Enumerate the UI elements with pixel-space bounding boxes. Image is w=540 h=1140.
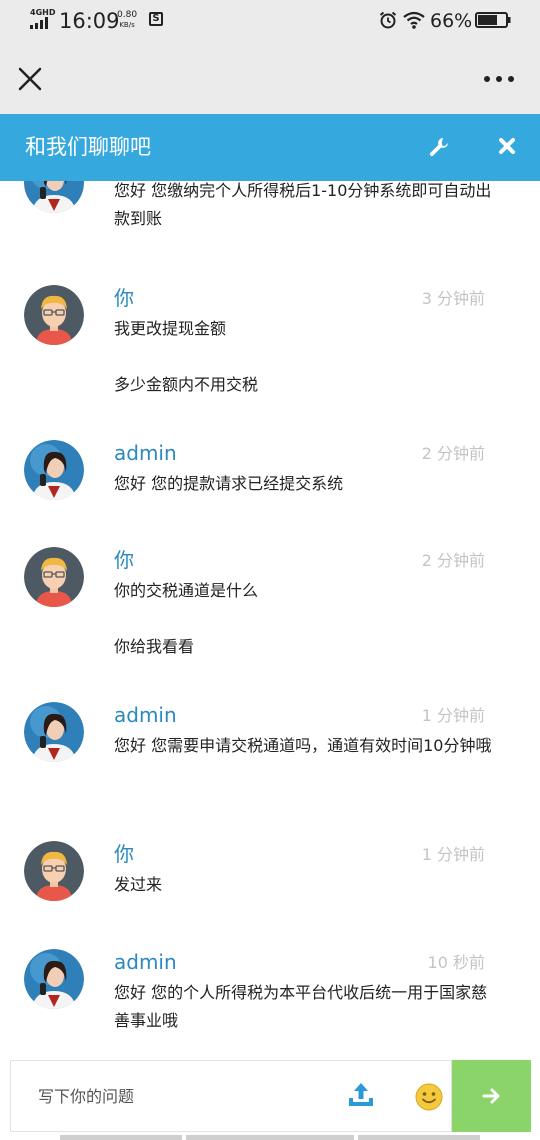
more-options-icon[interactable] <box>484 76 514 84</box>
network-type: 4GHD <box>30 8 56 17</box>
message-text: 我更改提现金额 <box>114 319 227 338</box>
close-icon[interactable] <box>17 66 43 92</box>
arrow-right-icon <box>482 1088 500 1104</box>
message-text: 您好 您缴纳完个人所得税后1-10分钟系统即可自动出款到账 <box>114 181 492 228</box>
sender-name: 你 <box>114 842 134 866</box>
user-avatar <box>24 285 84 345</box>
message-time: 2 分钟前 <box>421 551 485 570</box>
upload-icon[interactable] <box>347 1081 375 1109</box>
message-time: 3 分钟前 <box>421 289 485 308</box>
message-text: 多少金额内不用交税 <box>114 375 259 394</box>
send-button[interactable] <box>452 1060 531 1132</box>
clock: 16:09 <box>59 9 120 33</box>
speed-unit: KB/s <box>119 21 135 29</box>
app-notification-icon: S <box>149 12 163 26</box>
message-text: 你给我看看 <box>114 637 195 656</box>
input-placeholder: 写下你的问题 <box>38 1087 135 1106</box>
user-avatar <box>24 547 84 607</box>
browser-top-bar <box>0 40 540 114</box>
sender-name: admin <box>114 950 177 974</box>
message-text: 您好 您的个人所得税为本平台代收后统一用于国家慈善事业哦 <box>114 983 488 1030</box>
message-text: 发过来 <box>114 875 163 894</box>
message-list[interactable]: 您好 您缴纳完个人所得税后1-10分钟系统即可自动出款到账 你 3 分钟前 我更… <box>0 181 540 1060</box>
message-input[interactable]: 写下你的问题 <box>10 1060 452 1132</box>
message-text: 您好 您需要申请交税通道吗，通道有效时间10分钟哦 <box>114 736 492 755</box>
bottom-tab-indicator <box>0 1135 540 1140</box>
network-speed: 0.80 KB/s <box>117 10 137 30</box>
signal-icon <box>30 17 52 29</box>
close-chat-icon[interactable] <box>497 136 517 156</box>
chat-header: 和我们聊聊吧 <box>0 114 540 181</box>
admin-avatar <box>24 440 84 500</box>
message-time: 1 分钟前 <box>421 845 485 864</box>
alarm-icon <box>379 11 397 29</box>
admin-avatar <box>24 702 84 762</box>
sender-name: admin <box>114 441 177 465</box>
message-time: 10 秒前 <box>427 953 485 972</box>
user-avatar <box>24 841 84 901</box>
speed-value: 0.80 <box>117 10 138 20</box>
message-time: 1 分钟前 <box>421 706 485 725</box>
wrench-icon[interactable] <box>428 136 450 158</box>
wifi-icon <box>403 11 425 29</box>
battery-percent: 66% <box>430 10 473 32</box>
message-composer: 写下你的问题 <box>0 1060 540 1140</box>
message-time: 2 分钟前 <box>421 444 485 463</box>
message-text: 你的交税通道是什么 <box>114 581 259 600</box>
status-bar: 4GHD 16:09 0.80 KB/s S 66% <box>0 0 540 40</box>
sender-name: 你 <box>114 286 134 310</box>
chat-title: 和我们聊聊吧 <box>25 135 151 159</box>
message-text: 您好 您的提款请求已经提交系统 <box>114 474 344 493</box>
sender-name: 你 <box>114 548 134 572</box>
admin-avatar <box>24 181 84 213</box>
admin-avatar <box>24 949 84 1009</box>
sender-name: admin <box>114 703 177 727</box>
battery-icon <box>475 12 511 28</box>
emoji-icon[interactable] <box>415 1083 443 1111</box>
